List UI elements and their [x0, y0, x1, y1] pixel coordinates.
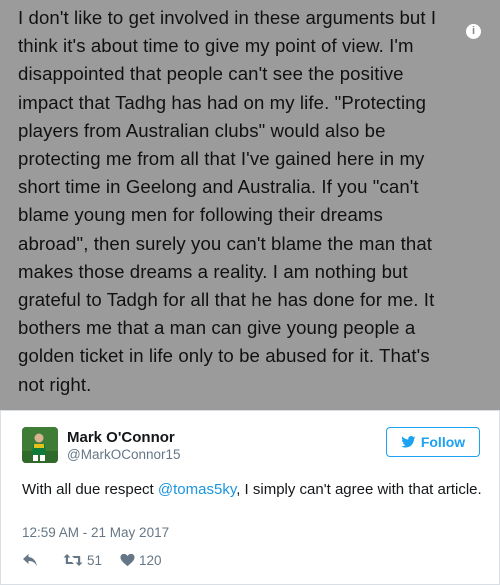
note-line: not right.: [18, 373, 92, 395]
note-line: disappointed that people can't see the p…: [18, 63, 404, 85]
tweet-timestamp[interactable]: 12:59 AM - 21 May 2017: [22, 525, 169, 540]
tweet-card: Mark O'Connor @MarkOConnor15 Follow With…: [0, 410, 500, 585]
note-line: players from Australian clubs" would als…: [18, 119, 386, 141]
note-line: makes those dreams a reality. I am nothi…: [18, 260, 408, 282]
note-line: I don't like to get involved in these ar…: [18, 7, 437, 28]
retweet-button[interactable]: 51: [63, 553, 102, 568]
note-line: abroad", then surely you can't blame the…: [18, 232, 433, 254]
like-count: 120: [139, 552, 162, 568]
mention-link[interactable]: @tomas5ky: [158, 481, 236, 498]
note-line: protecting me from all that I've gained …: [18, 148, 425, 170]
tweet-text: With all due respect @tomas5ky, I simply…: [22, 479, 482, 500]
author-name[interactable]: Mark O'Connor: [67, 429, 175, 446]
note-text: I don't like to get involved in these ar…: [18, 4, 484, 399]
avatar-photo: [22, 427, 58, 463]
retweet-count: 51: [87, 552, 103, 568]
tweet-text-end: , I simply can't agree with that article…: [236, 481, 482, 498]
reply-button[interactable]: [22, 553, 38, 567]
tweet-actions: 51 120: [22, 551, 162, 569]
embedded-note-image: I don't like to get involved in these ar…: [0, 0, 500, 412]
note-line: bothers me that a man can give young peo…: [18, 317, 416, 339]
avatar[interactable]: [22, 427, 58, 463]
follow-label: Follow: [420, 434, 466, 450]
twitter-bird-icon: [401, 436, 416, 448]
note-line: grateful to Tadgh for all that he has do…: [18, 289, 435, 311]
like-button[interactable]: 120: [120, 553, 162, 568]
info-icon[interactable]: i: [466, 24, 481, 39]
author-handle[interactable]: @MarkOConnor15: [67, 447, 181, 462]
retweet-icon: [63, 554, 83, 566]
note-line: blame young men for following their drea…: [18, 204, 383, 226]
note-line: think it's about time to give my point o…: [18, 35, 414, 57]
tweet-text-start: With all due respect: [22, 481, 158, 498]
note-line: impact that Tadhg has had on my life. "P…: [18, 91, 427, 113]
heart-icon: [120, 553, 135, 567]
follow-button[interactable]: Follow: [386, 427, 480, 457]
note-line: short time in Geelong and Australia. If …: [18, 176, 419, 198]
note-line: golden ticket in life only to be abused …: [18, 345, 430, 367]
reply-icon: [23, 554, 37, 566]
